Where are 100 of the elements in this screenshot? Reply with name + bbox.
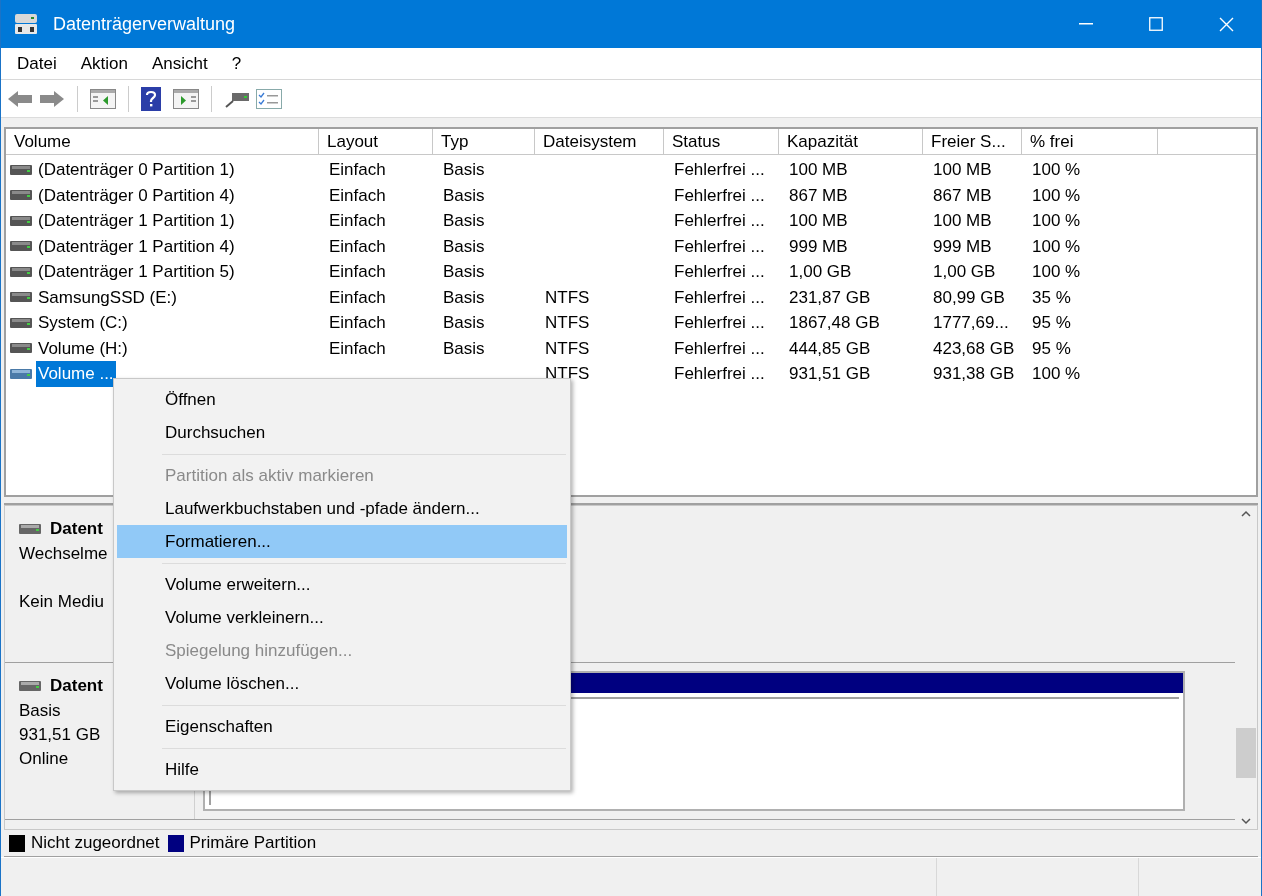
table-cell-text: 1777,69...: [933, 312, 1009, 334]
table-cell-text: Einfach: [329, 210, 386, 232]
table-cell-text: 931,38 GB: [933, 363, 1015, 385]
column-header[interactable]: Typ: [433, 129, 535, 154]
table-cell-text: Basis: [443, 210, 485, 232]
scroll-up-icon[interactable]: [1241, 510, 1251, 518]
panel-icon[interactable]: [173, 88, 199, 109]
menu-item[interactable]: Formatieren...: [117, 525, 567, 558]
panel-icon[interactable]: [90, 88, 116, 109]
menu-item[interactable]: Laufwerkbuchstaben und -pfade ändern...: [117, 492, 567, 525]
table-cell-text: 35 %: [1032, 286, 1071, 309]
disk-name: Datent: [50, 518, 103, 541]
drive-icon: [10, 266, 32, 277]
table-cell-text: 999 MB: [933, 235, 992, 258]
menu-item[interactable]: Durchsuchen: [117, 416, 567, 449]
menu-item[interactable]: Datei: [7, 48, 67, 79]
scroll-thumb[interactable]: [1236, 728, 1256, 778]
table-cell-text: Fehlerfrei ...: [674, 312, 765, 334]
table-cell-text: Basis: [443, 159, 485, 181]
menu-item[interactable]: Aktion: [70, 48, 138, 79]
column-header[interactable]: Freier S...: [923, 129, 1022, 154]
drive-icon: [10, 317, 32, 328]
volume-name[interactable]: Volume (H:): [36, 335, 130, 361]
table-cell-text: 423,68 GB: [933, 337, 1015, 360]
table-cell-text: NTFS: [545, 312, 590, 334]
table-cell-text: Fehlerfrei ...: [674, 286, 765, 309]
table-cell-text: 100 MB: [789, 210, 848, 232]
table-cell-text: 100 %: [1032, 159, 1081, 181]
table-cell-text: Basis: [443, 286, 485, 309]
table-cell-text: Fehlerfrei ...: [674, 363, 765, 385]
table-cell-text: Basis: [443, 337, 485, 360]
menu-item[interactable]: Hilfe: [117, 753, 567, 786]
volume-name[interactable]: (Datenträger 0 Partition 1): [36, 157, 237, 183]
table-cell-text: 931,51 GB: [789, 363, 871, 385]
menu-item[interactable]: Ansicht: [141, 48, 218, 79]
column-header[interactable]: Dateisystem: [535, 129, 664, 154]
window-title: Datenträgerverwaltung: [53, 12, 236, 36]
legend-label: Nicht zugeordnet: [31, 832, 160, 855]
column-header[interactable]: Volume: [6, 129, 319, 154]
table-cell-text: NTFS: [545, 363, 590, 385]
table-cell-text: 867 MB: [933, 184, 992, 207]
column-header[interactable]: Status: [664, 129, 779, 154]
volume-name[interactable]: (Datenträger 1 Partition 4): [36, 233, 237, 259]
column-header[interactable]: % frei: [1022, 129, 1158, 154]
table-cell-text: 100 MB: [933, 210, 992, 232]
table-cell-text: 1,00 GB: [789, 261, 852, 283]
table-cell-text: Fehlerfrei ...: [674, 235, 765, 258]
volume-name[interactable]: (Datenträger 1 Partition 5): [36, 259, 237, 285]
table-cell-text: Basis: [443, 184, 485, 207]
table-cell-text: 1,00 GB: [933, 261, 996, 283]
column-header[interactable]: Kapazität: [779, 129, 923, 154]
drive-icon: [10, 190, 32, 201]
table-cell-text: Einfach: [329, 184, 386, 207]
table-cell-text: 100 %: [1032, 261, 1081, 283]
table-cell-text: Fehlerfrei ...: [674, 210, 765, 232]
volume-name[interactable]: System (C:): [36, 310, 130, 336]
volume-name[interactable]: SamsungSSD (E:): [36, 284, 179, 310]
checklist-icon[interactable]: [256, 88, 282, 109]
menu-item[interactable]: Volume löschen...: [117, 667, 567, 700]
drive-icon: [10, 241, 32, 252]
table-cell-text: Einfach: [329, 337, 386, 360]
table-cell-text: NTFS: [545, 286, 590, 309]
drive-icon: [10, 164, 32, 175]
table-cell-text: Fehlerfrei ...: [674, 261, 765, 283]
table-cell-text: 100 %: [1032, 363, 1081, 385]
disk-name: Datent: [50, 675, 103, 698]
volume-name[interactable]: Volume ...: [36, 361, 116, 387]
close-icon: [1218, 16, 1234, 32]
menu-item[interactable]: Öffnen: [117, 383, 567, 416]
menu-item[interactable]: Volume erweitern...: [117, 568, 567, 601]
menu-item[interactable]: Eigenschaften: [117, 710, 567, 743]
drive-icon: [10, 292, 32, 303]
volume-name[interactable]: (Datenträger 1 Partition 1): [36, 208, 237, 234]
table-cell-text: Fehlerfrei ...: [674, 337, 765, 360]
column-header[interactable]: Layout: [319, 129, 433, 154]
table-cell-text: Einfach: [329, 312, 386, 334]
scroll-down-icon[interactable]: [1241, 817, 1251, 825]
table-cell-text: 80,99 GB: [933, 286, 1005, 309]
disk-info: 931,51 GB: [19, 724, 101, 747]
table-cell-text: 100 %: [1032, 184, 1081, 207]
table-cell-text: 95 %: [1032, 312, 1071, 334]
forward-arrow-icon[interactable]: [39, 88, 65, 109]
table-cell-text: Fehlerfrei ...: [674, 184, 765, 207]
legend-label: Primäre Partition: [189, 832, 317, 855]
table-cell-text: Einfach: [329, 261, 386, 283]
table-cell-text: Einfach: [329, 235, 386, 258]
table-cell-text: Einfach: [329, 159, 386, 181]
table-cell-text: Basis: [443, 235, 485, 258]
table-cell-text: 95 %: [1032, 337, 1071, 360]
maximize-icon: [1149, 17, 1163, 31]
drive-icon: [10, 343, 32, 354]
table-cell-text: Fehlerfrei ...: [674, 159, 765, 181]
table-cell-text: 231,87 GB: [789, 286, 871, 309]
back-arrow-icon[interactable]: [7, 88, 33, 109]
table-cell-text: NTFS: [545, 337, 590, 360]
help-icon[interactable]: [141, 86, 161, 111]
menu-item[interactable]: ?: [221, 48, 252, 79]
table-cell-text: 100 %: [1032, 210, 1081, 232]
volume-name[interactable]: (Datenträger 0 Partition 4): [36, 182, 237, 208]
menu-item[interactable]: Volume verkleinern...: [117, 601, 567, 634]
